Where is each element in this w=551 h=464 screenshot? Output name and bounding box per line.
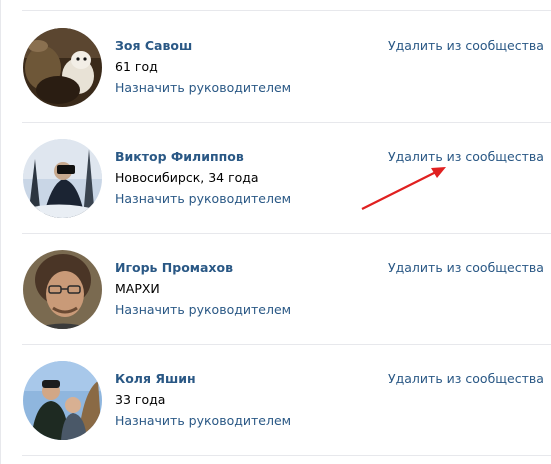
avatar[interactable] <box>23 139 102 218</box>
assign-manager-link[interactable]: Назначить руководителем <box>115 191 291 206</box>
remove-from-community-link[interactable]: Удалить из сообщества <box>388 371 544 386</box>
remove-from-community-link[interactable]: Удалить из сообщества <box>388 149 544 164</box>
member-info: 33 года <box>115 392 166 407</box>
row-separator <box>22 455 551 456</box>
member-row: Игорь Промахов МАРХИ Назначить руководит… <box>0 233 551 344</box>
member-name[interactable]: Виктор Филиппов <box>115 149 244 164</box>
member-row: Зоя Савош 61 год Назначить руководителем… <box>0 11 551 122</box>
member-info: 61 год <box>115 59 158 74</box>
avatar[interactable] <box>23 28 102 107</box>
assign-manager-link[interactable]: Назначить руководителем <box>115 413 291 428</box>
assign-manager-link[interactable]: Назначить руководителем <box>115 80 291 95</box>
member-name[interactable]: Зоя Савош <box>115 38 192 53</box>
avatar[interactable] <box>23 361 102 440</box>
member-info: МАРХИ <box>115 281 160 296</box>
assign-manager-link[interactable]: Назначить руководителем <box>115 302 291 317</box>
member-name[interactable]: Коля Яшин <box>115 371 196 386</box>
member-info: Новосибирск, 34 года <box>115 170 259 185</box>
member-row: Виктор Филиппов Новосибирск, 34 года Наз… <box>0 122 551 233</box>
member-row: Коля Яшин 33 года Назначить руководителе… <box>0 344 551 455</box>
avatar[interactable] <box>23 250 102 329</box>
remove-from-community-link[interactable]: Удалить из сообщества <box>388 260 544 275</box>
member-name[interactable]: Игорь Промахов <box>115 260 233 275</box>
remove-from-community-link[interactable]: Удалить из сообщества <box>388 38 544 53</box>
